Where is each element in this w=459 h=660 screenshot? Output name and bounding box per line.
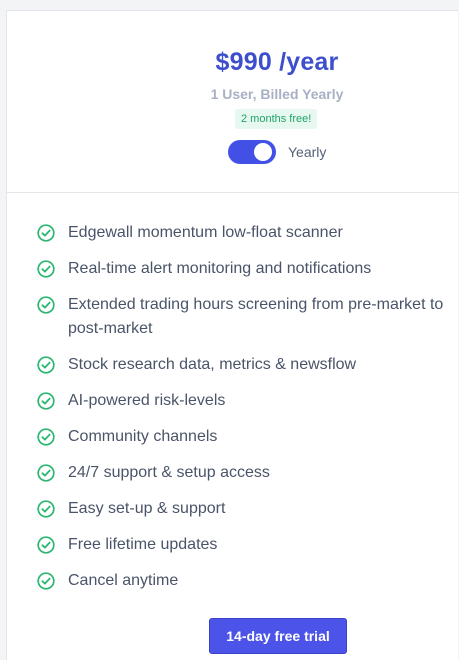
billing-toggle[interactable]	[228, 140, 276, 164]
check-circle-icon	[37, 536, 55, 554]
feature-item: AI-powered risk-levels	[37, 389, 447, 413]
feature-item: 24/7 support & setup access	[37, 461, 447, 485]
check-circle-icon	[37, 572, 55, 590]
feature-item: Easy set-up & support	[37, 497, 447, 521]
check-circle-icon	[37, 224, 55, 242]
feature-text: Cancel anytime	[68, 572, 179, 589]
discount-badge: 2 months free!	[235, 109, 318, 129]
feature-item: Real-time alert monitoring and notificat…	[37, 257, 447, 281]
feature-text: Stock research data, metrics & newsflow	[68, 356, 357, 373]
feature-item: Edgewall momentum low-float scanner	[37, 221, 447, 245]
feature-item: Stock research data, metrics & newsflow	[37, 353, 447, 377]
billing-toggle-row: Yearly	[228, 139, 326, 165]
price: $990 /year	[215, 48, 339, 76]
free-trial-button[interactable]: 14-day free trial	[209, 618, 347, 654]
feature-text: Edgewall momentum low-float scanner	[68, 224, 343, 241]
toggle-knob	[254, 143, 272, 161]
check-circle-icon	[37, 260, 55, 278]
feature-text: Extended trading hours screening from pr…	[68, 296, 444, 337]
divider	[7, 192, 459, 193]
feature-item: Community channels	[37, 425, 447, 449]
pricing-card: $990 /year 1 User, Billed Yearly 2 month…	[6, 10, 459, 660]
feature-list: Edgewall momentum low-float scanner Real…	[37, 221, 447, 605]
check-circle-icon	[37, 500, 55, 518]
feature-item: Free lifetime updates	[37, 533, 447, 557]
feature-item: Cancel anytime	[37, 569, 447, 593]
check-circle-icon	[37, 296, 55, 314]
check-circle-icon	[37, 392, 55, 410]
check-circle-icon	[37, 356, 55, 374]
toggle-label: Yearly	[288, 144, 327, 160]
feature-text: AI-powered risk-levels	[68, 392, 226, 409]
check-circle-icon	[37, 428, 55, 446]
feature-text: Free lifetime updates	[68, 536, 218, 553]
feature-text: Community channels	[68, 428, 218, 445]
feature-text: Real-time alert monitoring and notificat…	[68, 260, 372, 277]
feature-text: 24/7 support & setup access	[68, 464, 270, 481]
billing-subtitle: 1 User, Billed Yearly	[210, 86, 344, 102]
feature-text: Easy set-up & support	[68, 500, 226, 517]
check-circle-icon	[37, 464, 55, 482]
feature-item: Extended trading hours screening from pr…	[37, 293, 447, 341]
